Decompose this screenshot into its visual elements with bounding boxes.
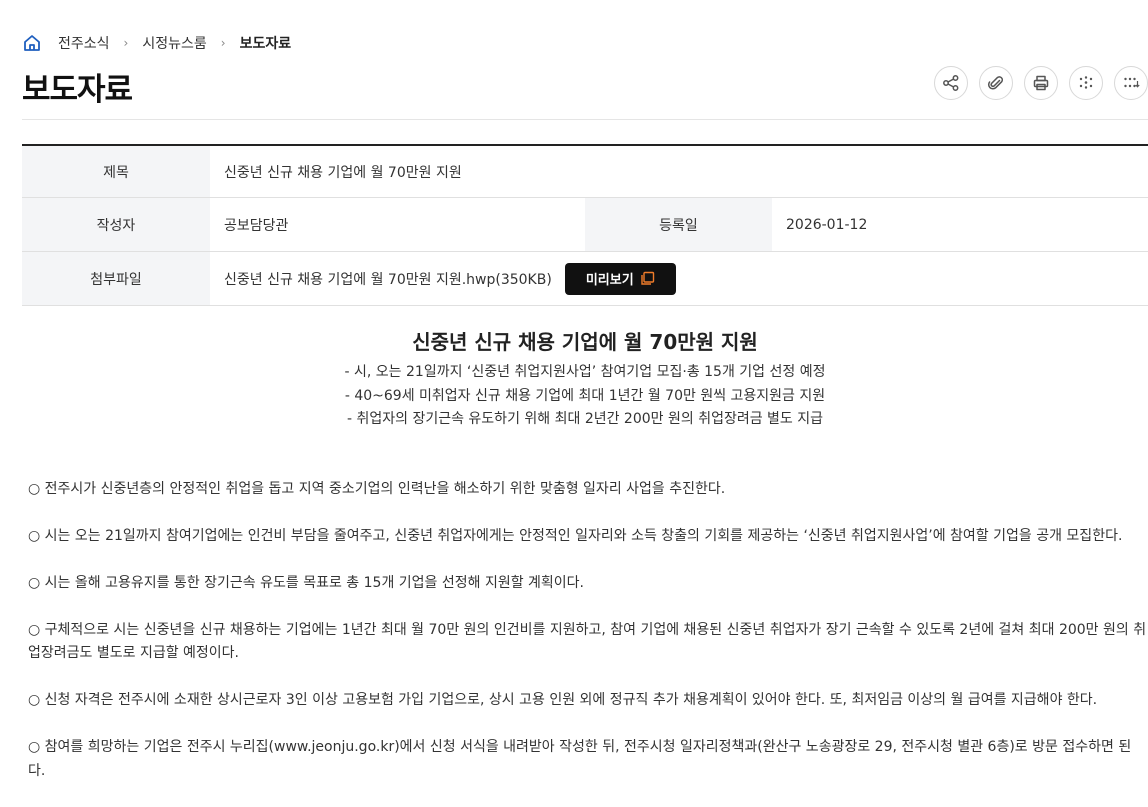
attachment-label: 첨부파일 — [22, 252, 210, 305]
summary-line: - 40~69세 미취업자 신규 채용 기업에 최대 1년간 월 70만 원씩 … — [344, 387, 826, 404]
attachment-cell: 신중년 신규 채용 기업에 월 70만원 지원.hwp(350KB) 미리보기 — [210, 252, 676, 305]
breadcrumb-separator: › — [220, 36, 226, 50]
breadcrumb-link-jeonju-news[interactable]: 전주소식 — [58, 33, 110, 53]
attachment-icon — [987, 76, 1004, 90]
breadcrumb-link-newsroom[interactable]: 시정뉴스룸 — [142, 33, 206, 53]
date-label: 등록일 — [585, 198, 772, 251]
article-info-table: 제목 신중년 신규 채용 기업에 월 70만원 지원 작성자 공보담당관 등록일… — [22, 144, 1148, 306]
article-paragraph: ○ 참여를 희망하는 기업은 전주시 누리집(www.jeonju.go.kr)… — [28, 739, 1132, 779]
article-paragraph: ○ 시는 오는 21일까지 참여기업에는 인건비 부담을 줄여주고, 신중년 취… — [28, 527, 1123, 544]
article-paragraph: ○ 신청 자격은 전주시에 소재한 상시근로자 3인 이상 고용보험 가입 기업… — [28, 692, 1098, 708]
toolbar — [934, 66, 1148, 100]
article-title: 신중년 신규 채용 기업에 월 70만원 지원 — [412, 330, 758, 354]
author-label: 작성자 — [22, 198, 210, 251]
summary-line: - 취업자의 장기근속 유도하기 위해 최대 2년간 200만 원의 취업장려금… — [346, 411, 824, 427]
article-paragraph: ○ 전주시가 신중년층의 안정적인 취업을 돕고 지역 중소기업의 인력난을 해… — [28, 480, 726, 497]
article-summary: - 시, 오는 21일까지 ‘신중년 취업지원사업’ 참여기업 모집·총 15개… — [22, 361, 1148, 432]
article-paragraph: ○ 시는 올해 고용유지를 통한 장기근속 유도를 목표로 총 15개 기업을 … — [28, 574, 585, 591]
article-paragraph: ○ 구체적으로 시는 신중년을 신규 채용하는 기업에는 1년간 최대 월 70… — [28, 621, 1147, 662]
zoom-in-button[interactable] — [1069, 66, 1103, 100]
summary-line: - 시, 오는 21일까지 ‘신중년 취업지원사업’ 참여기업 모집·총 15개… — [344, 364, 826, 380]
attachment-file-link[interactable]: 신중년 신규 채용 기업에 월 70만원 지원.hwp(350KB) — [224, 269, 552, 289]
info-row-author: 작성자 공보담당관 등록일 2026-01-12 — [22, 198, 1148, 252]
preview-button[interactable]: 미리보기 — [564, 262, 676, 295]
article-paragraphs: ○ 전주시가 신중년층의 안정적인 취업을 돕고 지역 중소기업의 인력난을 해… — [22, 478, 1148, 784]
preview-button-label: 미리보기 — [585, 272, 634, 287]
share-button[interactable] — [934, 66, 968, 100]
zoom-out-button[interactable] — [1114, 66, 1148, 100]
title-value: 신중년 신규 채용 기업에 월 70만원 지원 — [224, 164, 462, 181]
collapse-icon — [1124, 77, 1140, 88]
date-value: 2026-01-12 — [786, 216, 868, 233]
home-icon[interactable] — [22, 33, 42, 53]
attachment-button[interactable] — [979, 66, 1013, 100]
print-button[interactable] — [1024, 66, 1058, 100]
breadcrumb-current: 보도자료 — [239, 36, 292, 52]
print-icon — [1033, 75, 1049, 91]
share-icon — [943, 75, 959, 91]
expand-icon — [1079, 76, 1093, 89]
breadcrumb: 전주소식 › 시정뉴스룸 › 보도자료 — [22, 33, 291, 53]
title-label: 제목 — [22, 146, 210, 197]
info-row-attachment: 첨부파일 신중년 신규 채용 기업에 월 70만원 지원.hwp(350KB) … — [22, 252, 1148, 306]
preview-icon — [640, 271, 654, 285]
breadcrumb-separator: › — [123, 36, 129, 50]
article-body: 신중년 신규 채용 기업에 월 70만원 지원 - 시, 오는 21일까지 ‘신… — [22, 326, 1148, 807]
info-row-title: 제목 신중년 신규 채용 기업에 월 70만원 지원 — [22, 146, 1148, 198]
header-divider — [22, 119, 1148, 120]
author-value: 공보담당관 — [224, 217, 289, 234]
page-title: 보도자료 — [22, 72, 133, 108]
